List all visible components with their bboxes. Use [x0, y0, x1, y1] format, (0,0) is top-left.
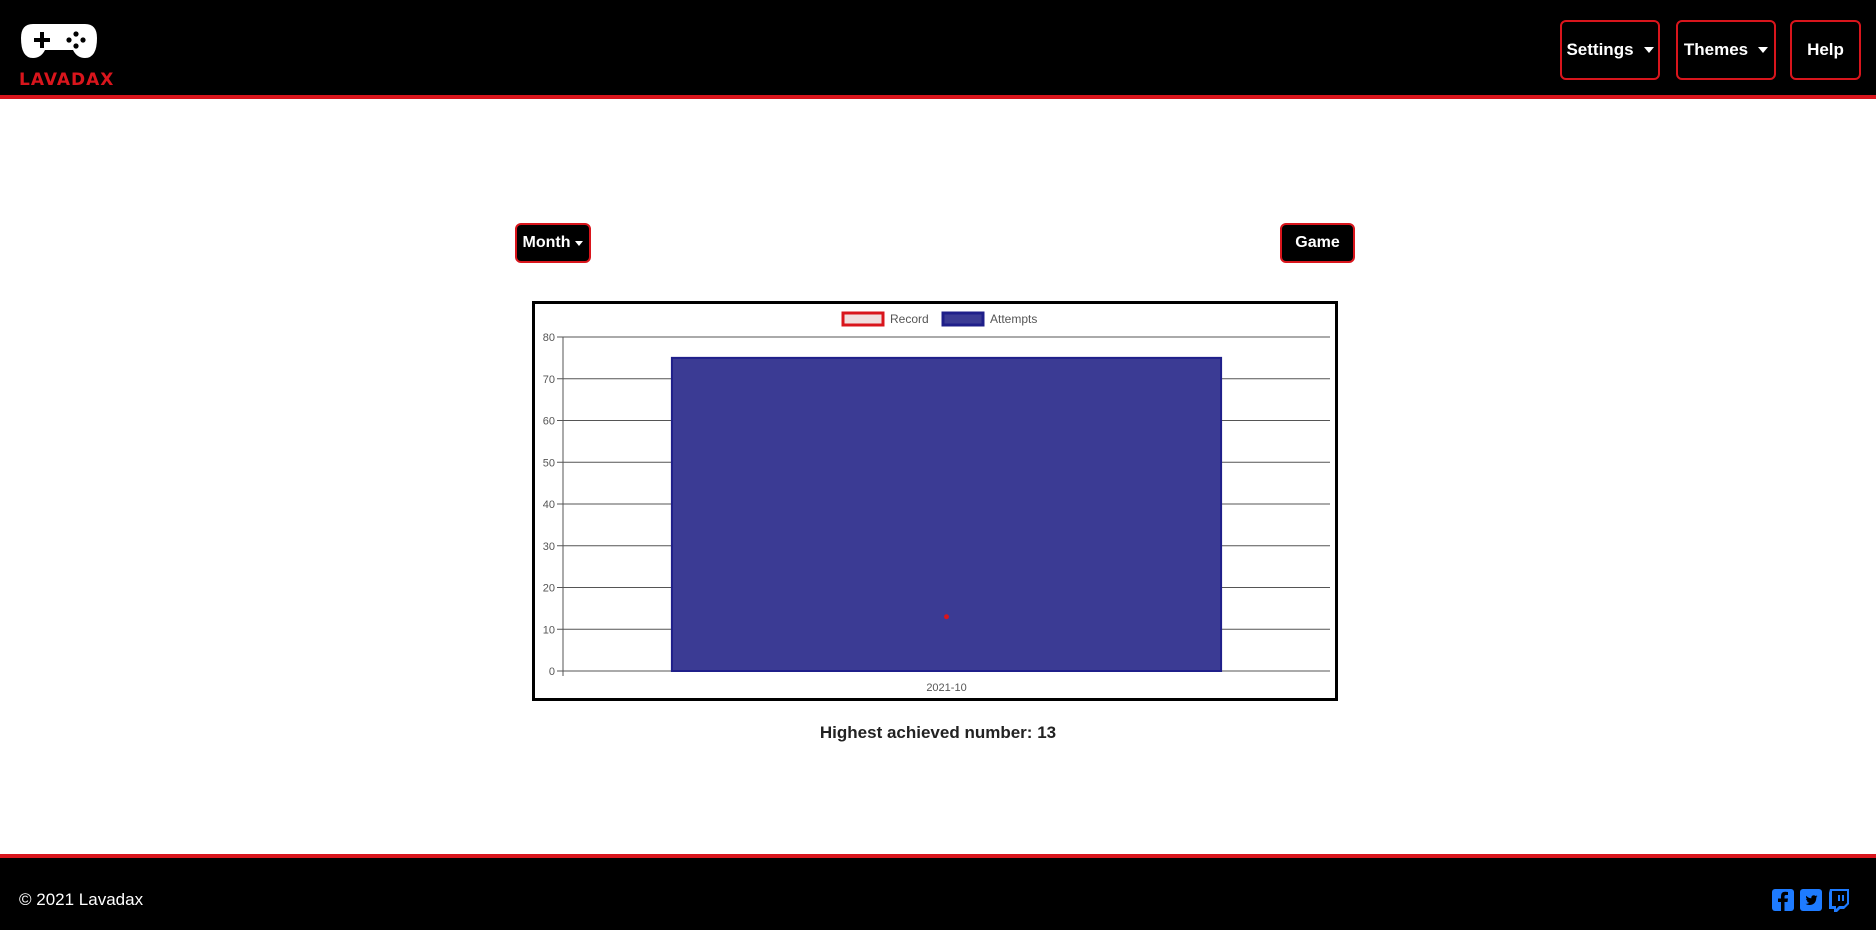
chevron-down-icon	[575, 240, 584, 246]
y-tick-label: 10	[543, 624, 555, 636]
point-record	[944, 614, 949, 620]
y-tick-label: 80	[543, 332, 555, 344]
legend-swatch	[941, 311, 985, 327]
help-button[interactable]: Help	[1790, 20, 1861, 80]
chevron-down-icon	[1643, 47, 1654, 53]
month-label: Month	[522, 234, 571, 251]
facebook-icon[interactable]	[1771, 888, 1795, 912]
help-label: Help	[1807, 40, 1844, 59]
y-tick-label: 40	[543, 499, 555, 511]
y-tick-label: 60	[543, 416, 555, 428]
brand-logo[interactable]: LAVADAX	[19, 18, 115, 90]
chevron-down-icon	[1758, 47, 1769, 53]
chart-canvas: 0 10 20 30 40 50 60 70 80 2021-10 Record Attempts	[543, 311, 1330, 694]
summary-value: 13	[1037, 723, 1057, 742]
bar-attempts	[670, 356, 1223, 672]
settings-label: Settings	[1566, 40, 1634, 59]
summary-label: Highest achieved number:	[819, 723, 1033, 742]
y-tick-label: 50	[543, 457, 555, 469]
footer: © 2021 Lavadax	[0, 854, 1876, 930]
twitter-icon[interactable]	[1799, 888, 1823, 912]
themes-label: Themes	[1683, 40, 1749, 59]
x-tick-label: 2021-10	[926, 682, 966, 694]
legend-label: Record	[890, 312, 929, 326]
themes-dropdown-button[interactable]: Themes	[1676, 20, 1776, 80]
month-dropdown-button[interactable]: Month	[515, 223, 591, 263]
y-tick-label: 70	[543, 374, 555, 386]
copyright-text: © 2021 Lavadax	[19, 890, 144, 909]
stats-chart: 0 10 20 30 40 50 60 70 80 2021-10 Record Attempts	[532, 301, 1338, 701]
settings-dropdown-button[interactable]: Settings	[1560, 20, 1660, 80]
twitch-icon[interactable]	[1827, 888, 1851, 912]
game-label: Game	[1295, 234, 1340, 251]
game-button[interactable]: Game	[1280, 223, 1355, 263]
y-tick-label: 20	[543, 583, 555, 595]
y-tick-label: 0	[549, 666, 555, 678]
brand-name: LAVADAX	[19, 70, 115, 90]
top-navbar: LAVADAX Settings Themes Help	[0, 0, 1876, 99]
gamepad-icon	[21, 24, 97, 58]
legend-label: Attempts	[990, 312, 1037, 326]
legend-swatch	[841, 311, 885, 327]
highest-number-summary: Highest achieved number: 13	[0, 723, 1876, 743]
y-tick-label: 30	[543, 541, 555, 553]
